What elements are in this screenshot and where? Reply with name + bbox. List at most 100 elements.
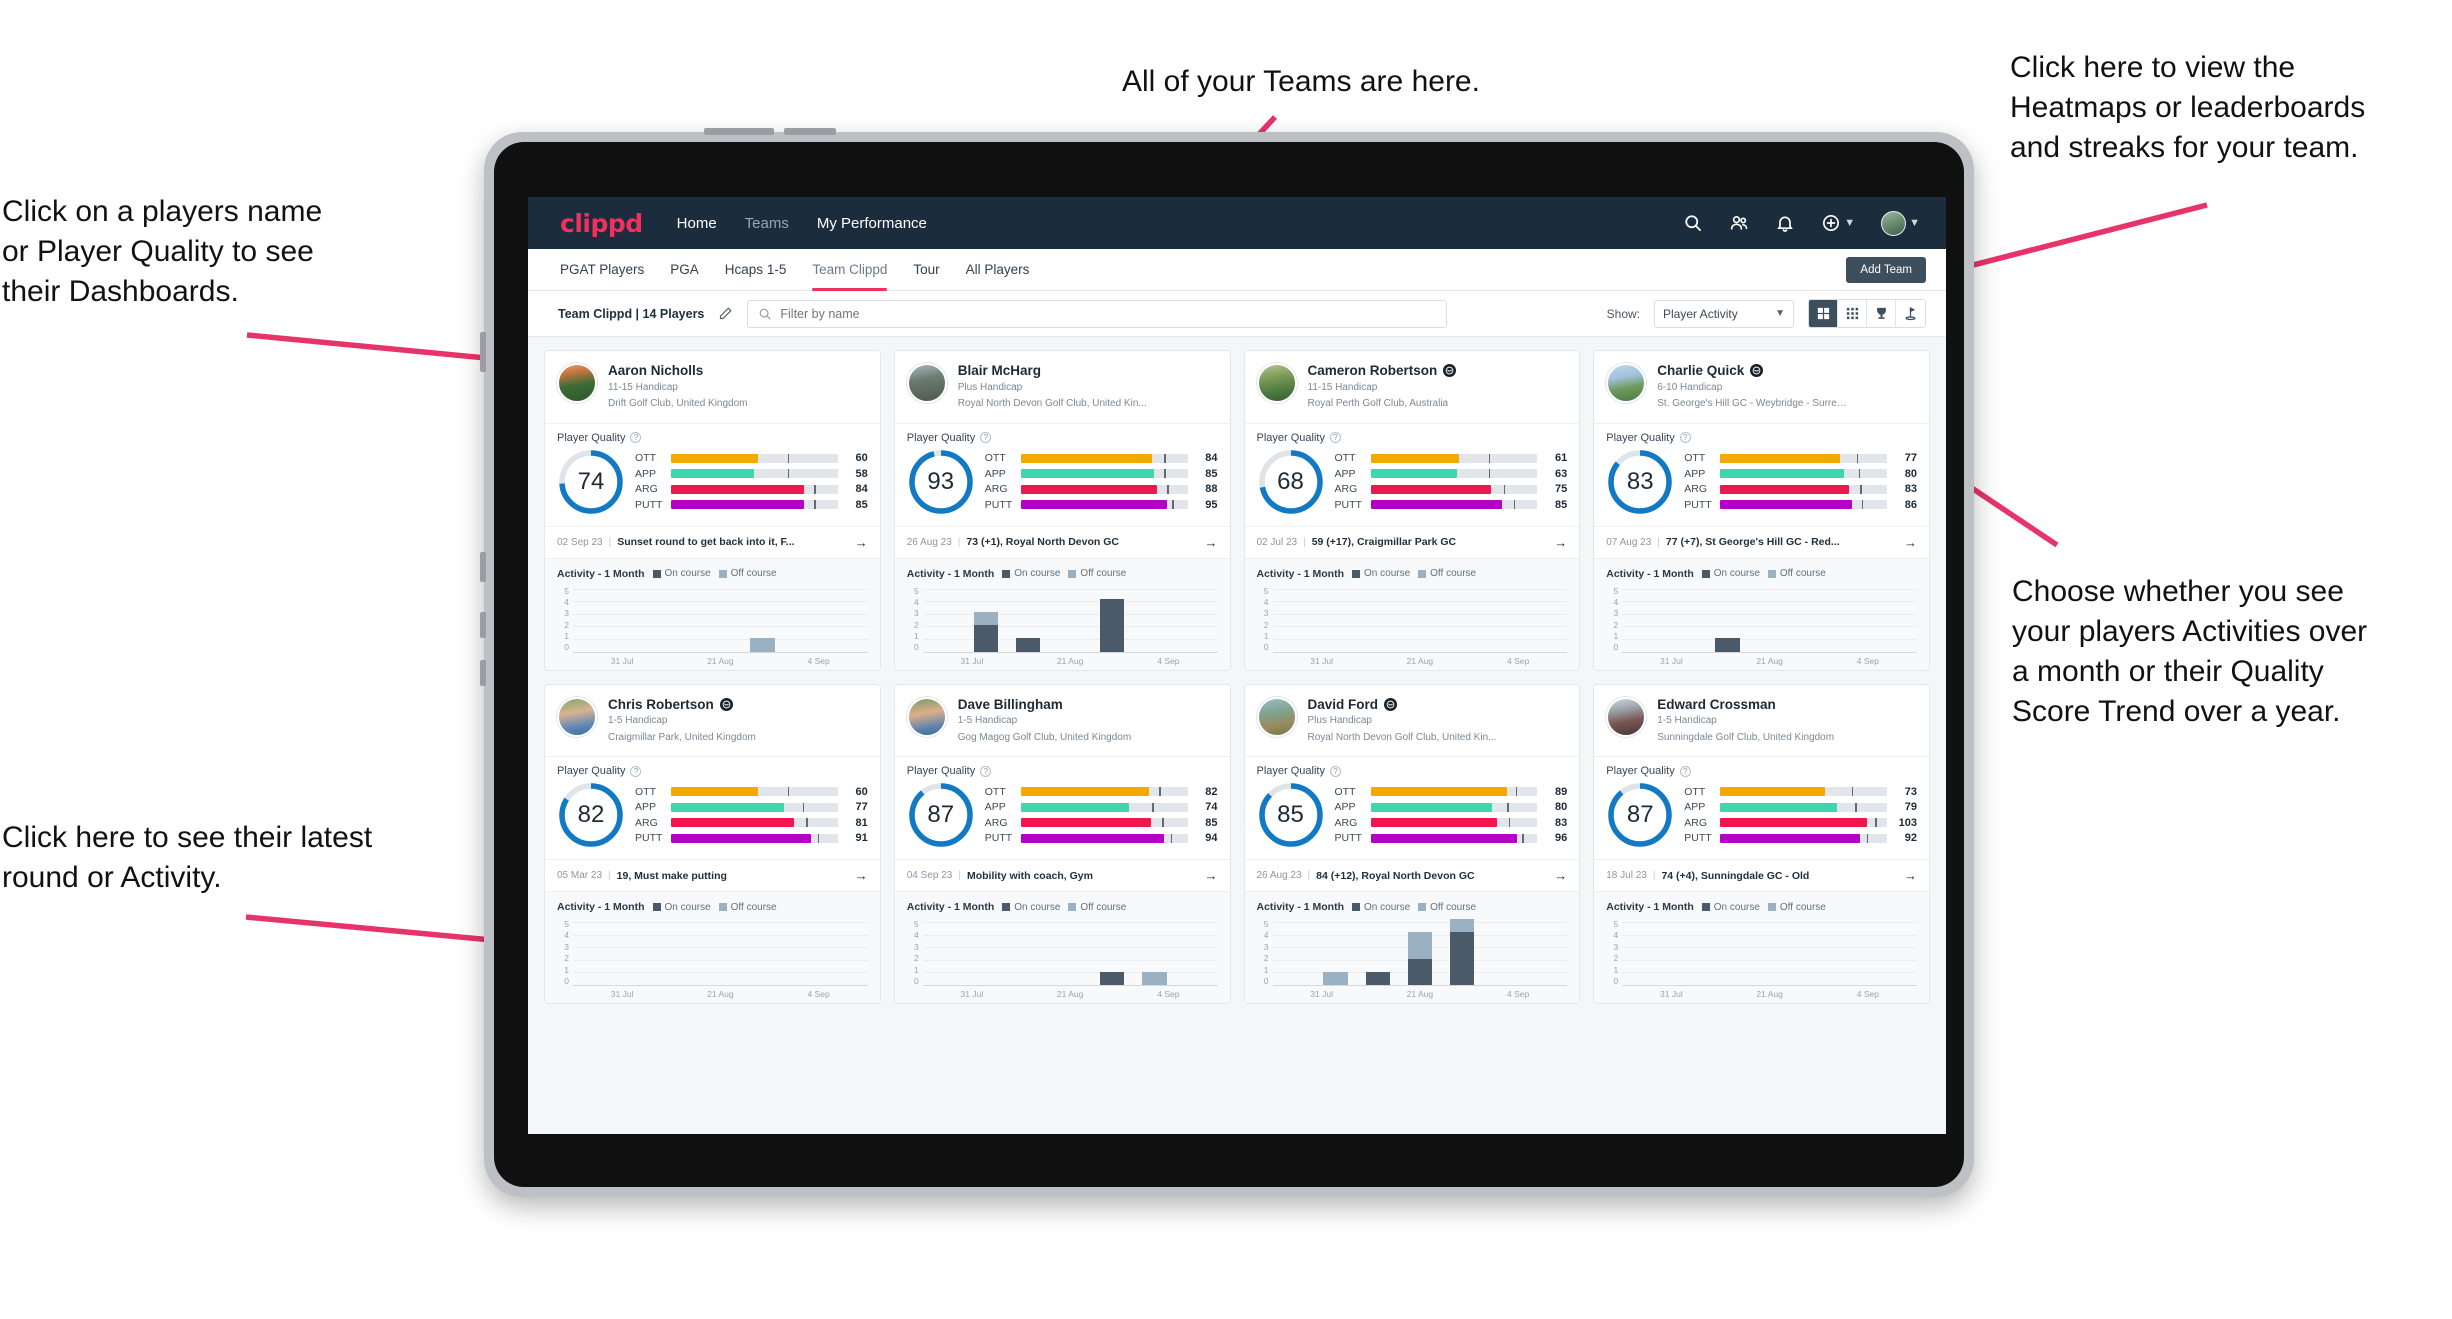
player-card-header[interactable]: Blair McHarg Plus Handicap Royal North D… bbox=[895, 351, 1230, 423]
latest-round-row[interactable]: 02 Sep 23 | Sunset round to get back int… bbox=[545, 525, 880, 558]
player-card[interactable]: Charlie Quick 6-10 Handicap St. George's… bbox=[1593, 350, 1930, 671]
bell-icon[interactable] bbox=[1775, 213, 1795, 233]
avatar[interactable] bbox=[1881, 210, 1907, 236]
device-button-top-2[interactable] bbox=[784, 128, 836, 135]
player-name-row[interactable]: Chris Robertson bbox=[608, 697, 868, 713]
player-name-row[interactable]: David Ford bbox=[1308, 697, 1568, 713]
player-card[interactable]: Cameron Robertson 11-15 Handicap Royal P… bbox=[1243, 350, 1581, 671]
player-name-row[interactable]: Cameron Robertson bbox=[1308, 363, 1568, 379]
arrow-right-icon[interactable]: → bbox=[1548, 868, 1567, 883]
player-quality-section[interactable]: Player Quality ? 74 OTT 60 APP 58 ARG 84… bbox=[545, 422, 880, 526]
player-name[interactable]: Cameron Robertson bbox=[1308, 363, 1438, 379]
show-select[interactable]: Player Activity ▼ bbox=[1654, 299, 1794, 328]
latest-round-row[interactable]: 02 Jul 23 | 59 (+17), Craigmillar Park G… bbox=[1244, 525, 1580, 558]
player-quality-section[interactable]: Player Quality ? 93 OTT 84 APP 85 ARG 88… bbox=[894, 422, 1230, 526]
people-icon[interactable] bbox=[1729, 213, 1749, 233]
player-name[interactable]: Edward Crossman bbox=[1657, 697, 1776, 713]
latest-round-row[interactable]: 05 Mar 23 | 19, Must make putting → bbox=[545, 859, 880, 891]
arrow-right-icon[interactable]: → bbox=[849, 535, 868, 550]
player-name[interactable]: Blair McHarg bbox=[958, 363, 1041, 379]
arrow-right-icon[interactable]: → bbox=[849, 868, 868, 883]
player-card[interactable]: Aaron Nicholls 11-15 Handicap Drift Golf… bbox=[544, 350, 881, 671]
player-name-row[interactable]: Blair McHarg bbox=[958, 363, 1218, 379]
grid-small-view-icon[interactable] bbox=[1838, 300, 1867, 327]
tab-hcaps-1-5[interactable]: Hcaps 1-5 bbox=[725, 249, 787, 291]
nav-item-my-performance[interactable]: My Performance bbox=[817, 215, 927, 232]
player-avatar[interactable] bbox=[906, 363, 947, 403]
add-team-button[interactable]: Add Team bbox=[1846, 256, 1926, 283]
player-avatar[interactable] bbox=[906, 696, 947, 737]
device-button-left-3[interactable] bbox=[480, 612, 486, 638]
search-icon[interactable] bbox=[1683, 213, 1703, 233]
search-field[interactable] bbox=[747, 299, 1448, 328]
player-card[interactable]: Chris Robertson 1-5 Handicap Craigmillar… bbox=[544, 683, 881, 1005]
player-card-header[interactable]: David Ford Plus Handicap Royal North Dev… bbox=[1245, 685, 1580, 757]
help-icon[interactable]: ? bbox=[1329, 432, 1341, 444]
player-quality-section[interactable]: Player Quality ? 68 OTT 61 APP 63 ARG 75… bbox=[1244, 422, 1580, 526]
player-avatar[interactable] bbox=[1606, 363, 1647, 403]
device-button-left-4[interactable] bbox=[480, 660, 486, 686]
profile-menu[interactable]: ▼ bbox=[1881, 210, 1920, 236]
player-card-header[interactable]: Edward Crossman 1-5 Handicap Sunningdale… bbox=[1594, 685, 1929, 757]
latest-round-row[interactable]: 26 Aug 23 | 73 (+1), Royal North Devon G… bbox=[894, 525, 1230, 558]
player-quality-section[interactable]: Player Quality ? 87 OTT 73 APP 79 ARG 10… bbox=[1594, 756, 1929, 859]
help-icon[interactable]: ? bbox=[630, 432, 642, 444]
arrow-right-icon[interactable]: → bbox=[1898, 868, 1917, 883]
player-card[interactable]: Edward Crossman 1-5 Handicap Sunningdale… bbox=[1593, 683, 1930, 1005]
plus-circle-icon[interactable] bbox=[1821, 213, 1841, 233]
player-name[interactable]: Charlie Quick bbox=[1657, 363, 1744, 379]
player-card[interactable]: David Ford Plus Handicap Royal North Dev… bbox=[1243, 683, 1581, 1005]
arrow-right-icon[interactable]: → bbox=[1898, 535, 1917, 550]
arrow-right-icon[interactable]: → bbox=[1199, 868, 1218, 883]
player-card[interactable]: Blair McHarg Plus Handicap Royal North D… bbox=[893, 350, 1231, 671]
help-icon[interactable]: ? bbox=[1329, 765, 1341, 777]
tab-team-clippd[interactable]: Team Clippd bbox=[812, 249, 888, 291]
pencil-icon[interactable] bbox=[718, 306, 733, 321]
player-card[interactable]: Dave Billingham 1-5 Handicap Gog Magog G… bbox=[893, 683, 1231, 1005]
help-icon[interactable]: ? bbox=[980, 765, 992, 777]
device-button-left-1[interactable] bbox=[480, 332, 486, 372]
latest-round-row[interactable]: 07 Aug 23 | 77 (+7), St George's Hill GC… bbox=[1594, 525, 1929, 558]
player-name-row[interactable]: Dave Billingham bbox=[958, 697, 1218, 713]
player-name-row[interactable]: Aaron Nicholls bbox=[608, 363, 868, 379]
clippd-logo[interactable]: clippd bbox=[560, 209, 643, 238]
player-name-row[interactable]: Charlie Quick bbox=[1657, 363, 1917, 379]
player-quality-section[interactable]: Player Quality ? 83 OTT 77 APP 80 ARG 83… bbox=[1594, 422, 1929, 526]
latest-round-row[interactable]: 26 Aug 23 | 84 (+12), Royal North Devon … bbox=[1244, 859, 1580, 891]
tab-pgat-players[interactable]: PGAT Players bbox=[560, 249, 644, 291]
player-avatar[interactable] bbox=[557, 363, 597, 403]
player-card-header[interactable]: Cameron Robertson 11-15 Handicap Royal P… bbox=[1245, 351, 1580, 423]
player-avatar[interactable] bbox=[557, 696, 597, 737]
device-button-top-1[interactable] bbox=[704, 128, 774, 135]
add-menu[interactable]: ▼ bbox=[1821, 213, 1855, 233]
help-icon[interactable]: ? bbox=[1679, 765, 1691, 777]
player-card-header[interactable]: Chris Robertson 1-5 Handicap Craigmillar… bbox=[545, 685, 880, 757]
player-name-row[interactable]: Edward Crossman bbox=[1657, 697, 1917, 713]
player-name[interactable]: Chris Robertson bbox=[608, 697, 714, 713]
leaderboard-trophy-view-icon[interactable] bbox=[1867, 300, 1896, 327]
player-quality-section[interactable]: Player Quality ? 82 OTT 60 APP 77 ARG 81… bbox=[545, 756, 880, 859]
search-input[interactable] bbox=[780, 306, 1437, 321]
arrow-right-icon[interactable]: → bbox=[1199, 535, 1218, 550]
latest-round-row[interactable]: 18 Jul 23 | 74 (+4), Sunningdale GC - Ol… bbox=[1594, 859, 1929, 891]
player-name[interactable]: David Ford bbox=[1308, 697, 1379, 713]
player-avatar[interactable] bbox=[1606, 696, 1647, 737]
latest-round-row[interactable]: 04 Sep 23 | Mobility with coach, Gym → bbox=[894, 859, 1230, 891]
nav-item-teams[interactable]: Teams bbox=[745, 215, 789, 232]
help-icon[interactable]: ? bbox=[1679, 432, 1691, 444]
nav-item-home[interactable]: Home bbox=[677, 215, 717, 232]
player-card-header[interactable]: Charlie Quick 6-10 Handicap St. George's… bbox=[1594, 351, 1929, 423]
device-button-left-2[interactable] bbox=[480, 552, 486, 582]
player-name[interactable]: Dave Billingham bbox=[958, 697, 1063, 713]
player-avatar[interactable] bbox=[1256, 363, 1297, 403]
tab-pga[interactable]: PGA bbox=[670, 249, 699, 291]
help-icon[interactable]: ? bbox=[630, 765, 642, 777]
player-name[interactable]: Aaron Nicholls bbox=[608, 363, 703, 379]
player-quality-section[interactable]: Player Quality ? 87 OTT 82 APP 74 ARG 85… bbox=[894, 756, 1230, 859]
grid-large-view-icon[interactable] bbox=[1809, 300, 1838, 327]
arrow-right-icon[interactable]: → bbox=[1548, 535, 1567, 550]
player-card-header[interactable]: Aaron Nicholls 11-15 Handicap Drift Golf… bbox=[545, 351, 880, 423]
heatmap-flag-view-icon[interactable] bbox=[1896, 300, 1925, 327]
player-card-header[interactable]: Dave Billingham 1-5 Handicap Gog Magog G… bbox=[895, 685, 1230, 757]
tab-all-players[interactable]: All Players bbox=[966, 249, 1030, 291]
